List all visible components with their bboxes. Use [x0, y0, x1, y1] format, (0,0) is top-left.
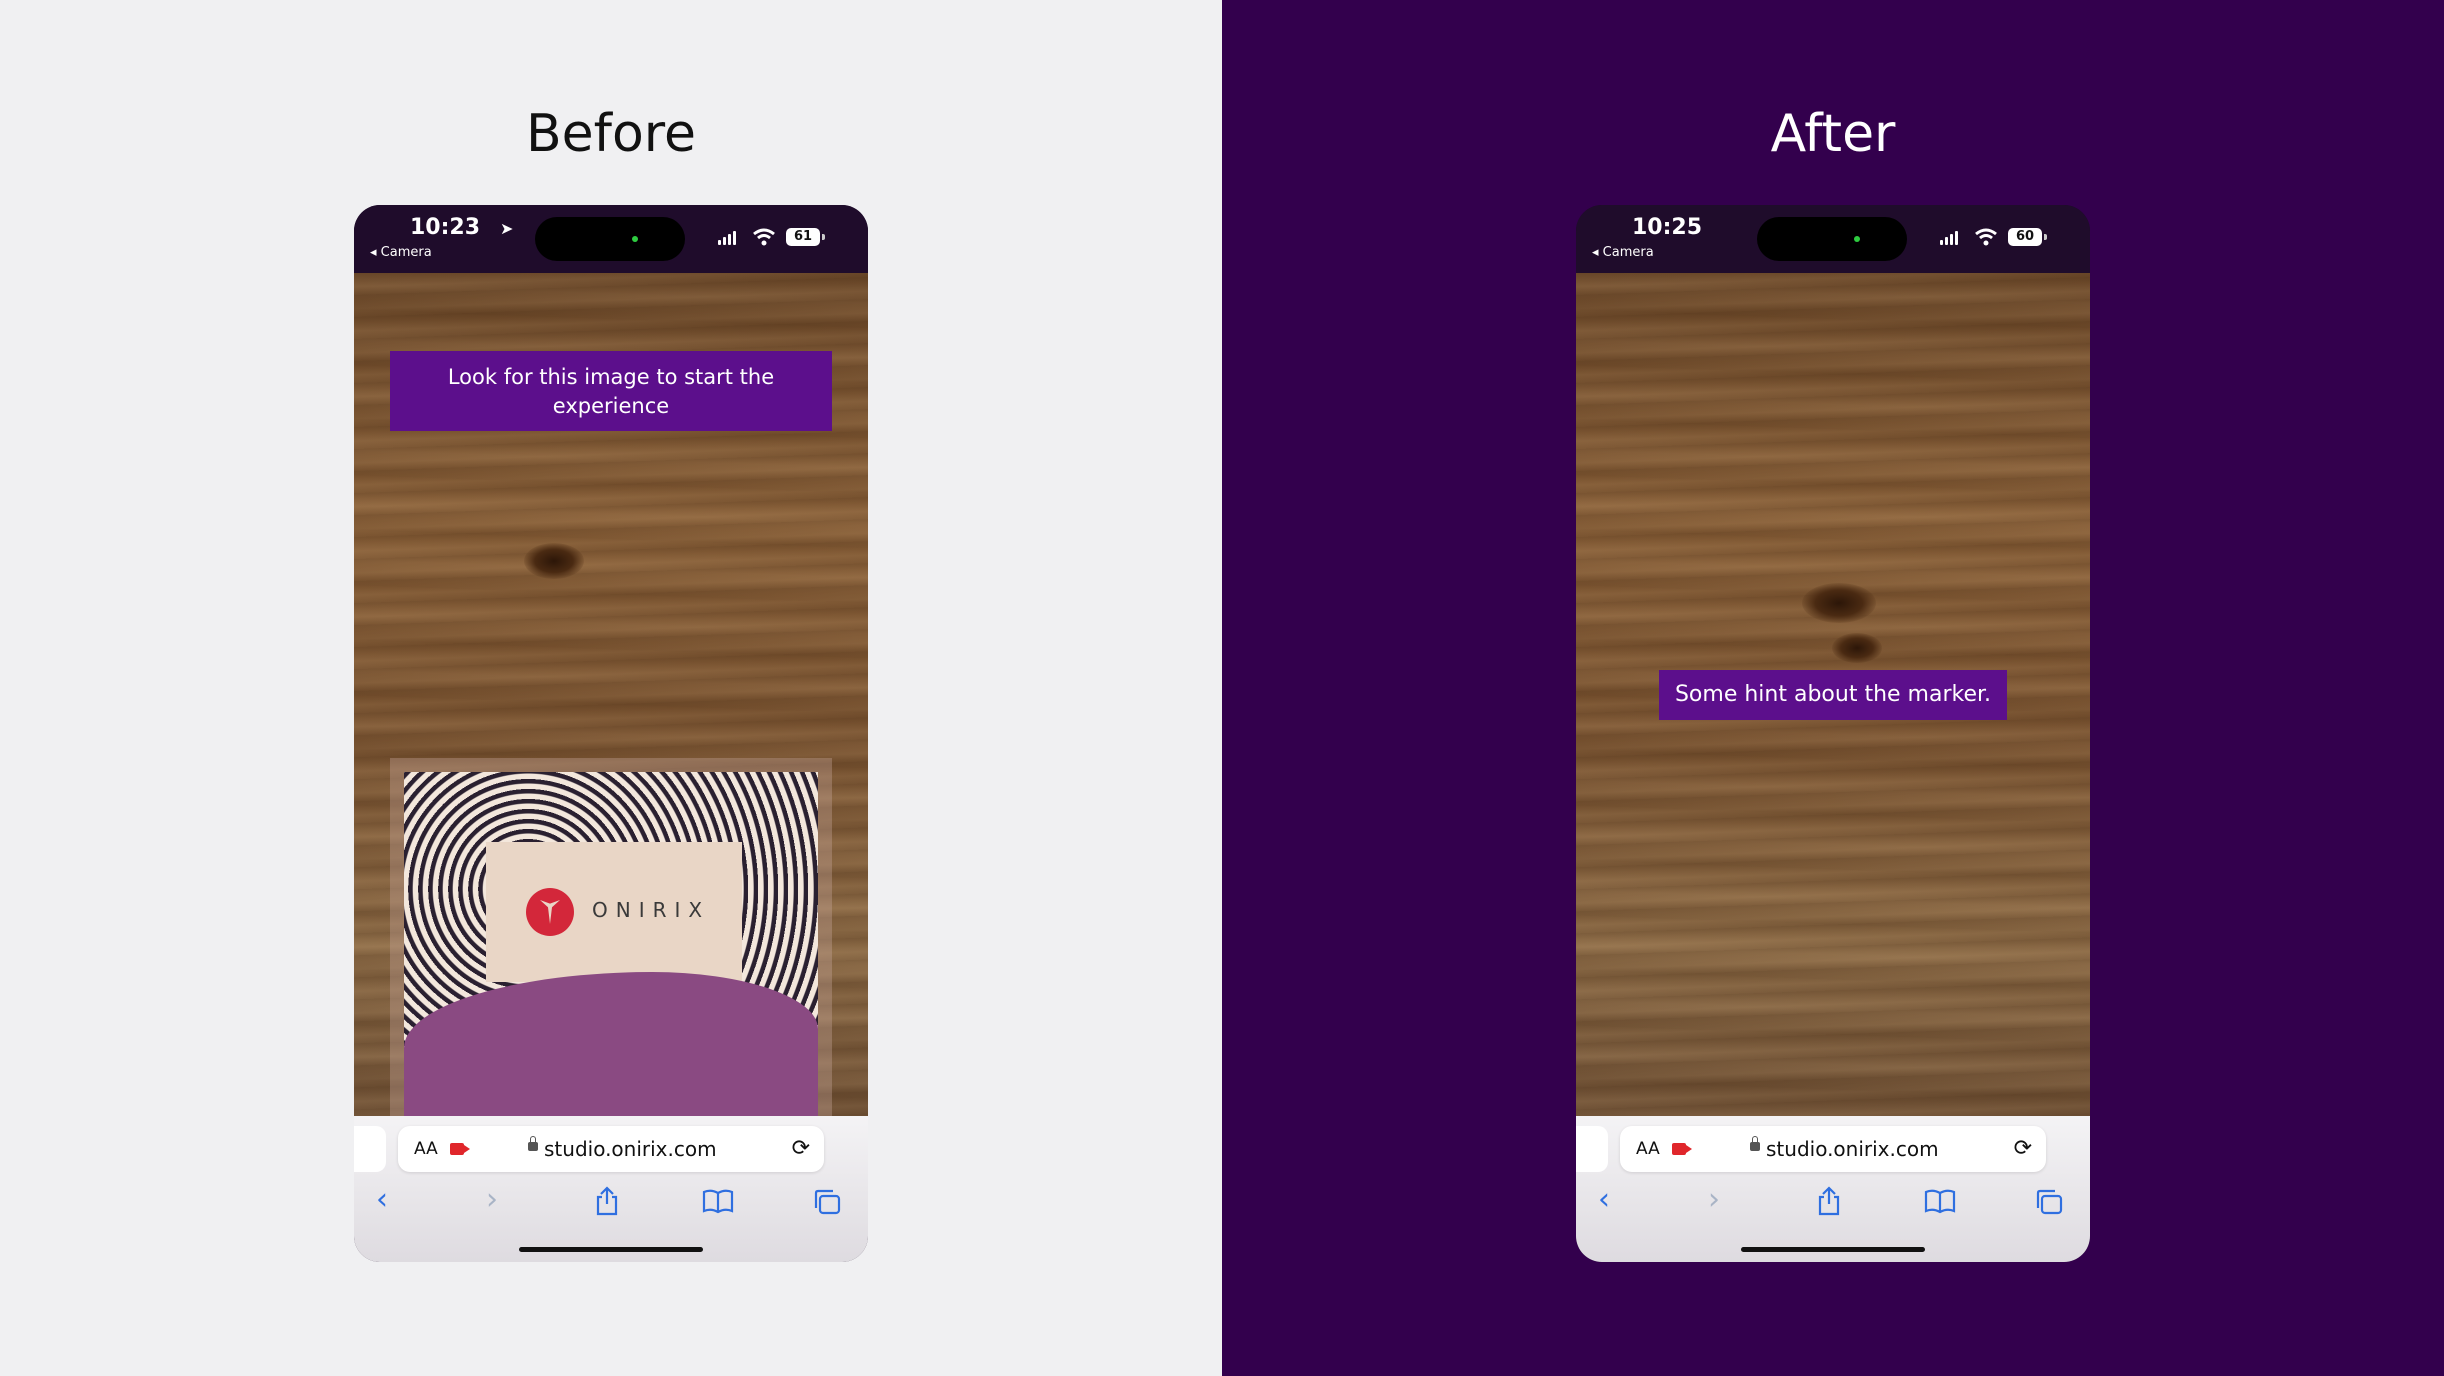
status-time: 10:23: [410, 215, 481, 240]
back-to-camera-link[interactable]: ◂ Camera: [370, 245, 432, 260]
dynamic-island: [535, 217, 685, 261]
lock-icon: [1750, 1136, 1760, 1151]
marker-pattern: ONIRIX: [404, 772, 818, 1162]
camera-recording-icon: [1672, 1143, 1692, 1155]
location-arrow-icon: ➤: [500, 219, 514, 238]
camera-indicator-icon: [632, 236, 638, 242]
camera-view: Some hint about the marker.: [1576, 273, 2090, 1116]
phone-screenshot: 10:23 ➤ ◂ Camera 61 Look for this image …: [354, 205, 868, 1262]
bookmarks-icon[interactable]: [702, 1188, 734, 1214]
dynamic-island: [1757, 217, 1907, 261]
phone-screenshot: 10:25 ◂ Camera 60 Some hint about the ma…: [1576, 205, 2090, 1262]
reader-settings-button[interactable]: AA: [1636, 1139, 1660, 1159]
forward-arrow-icon[interactable]: ›: [486, 1182, 498, 1217]
cellular-signal-icon: [718, 231, 740, 245]
status-bar: 10:23 ➤ ◂ Camera 61: [354, 205, 868, 273]
marker-hint: Some hint about the marker.: [1659, 670, 2007, 720]
previous-tab-edge[interactable]: [354, 1126, 386, 1172]
status-bar: 10:25 ◂ Camera 60: [1576, 205, 2090, 273]
address-bar[interactable]: AA studio.onirix.com ⟳: [1620, 1126, 2046, 1172]
share-icon[interactable]: [594, 1186, 620, 1216]
tabs-icon[interactable]: [2034, 1188, 2064, 1216]
target-marker-image: ONIRIX: [390, 758, 832, 1176]
battery-icon: 60: [2008, 228, 2047, 246]
battery-icon: 61: [786, 228, 825, 246]
onirix-logo-icon: [526, 888, 574, 936]
before-panel: Before 10:23 ➤ ◂ Camera 61 Look for this…: [0, 0, 1222, 1376]
camera-view: Look for this image to start the experie…: [354, 273, 868, 1176]
wood-knot: [524, 543, 584, 579]
reload-icon[interactable]: ⟳: [2014, 1136, 2032, 1161]
back-arrow-icon[interactable]: ‹: [376, 1182, 388, 1217]
url-text: studio.onirix.com: [544, 1137, 717, 1161]
status-time: 10:25: [1632, 215, 1703, 240]
wifi-icon: [753, 228, 775, 246]
panel-title: After: [1770, 104, 1896, 164]
marker-logo-card: ONIRIX: [486, 842, 742, 982]
after-panel: After 10:25 ◂ Camera 60 Some hint about …: [1222, 0, 2444, 1376]
tabs-icon[interactable]: [812, 1188, 842, 1216]
lock-icon: [528, 1136, 538, 1151]
scan-instruction: Look for this image to start the experie…: [390, 351, 832, 431]
browser-bottom-bar: AA studio.onirix.com ⟳ ‹ ›: [1576, 1116, 2090, 1262]
wood-knot: [1832, 633, 1882, 663]
panel-title: Before: [525, 104, 696, 164]
previous-tab-edge[interactable]: [1576, 1126, 1608, 1172]
cellular-signal-icon: [1940, 231, 1962, 245]
camera-recording-icon: [450, 1143, 470, 1155]
browser-bottom-bar: AA studio.onirix.com ⟳ ‹ ›: [354, 1116, 868, 1262]
home-indicator: [1741, 1247, 1925, 1252]
home-indicator: [519, 1247, 703, 1252]
marker-logo-text: ONIRIX: [592, 898, 711, 922]
url-text: studio.onirix.com: [1766, 1137, 1939, 1161]
forward-arrow-icon[interactable]: ›: [1708, 1182, 1720, 1217]
share-icon[interactable]: [1816, 1186, 1842, 1216]
browser-toolbar: ‹ ›: [354, 1182, 868, 1222]
wood-knot: [1802, 583, 1876, 623]
reload-icon[interactable]: ⟳: [792, 1136, 810, 1161]
bookmarks-icon[interactable]: [1924, 1188, 1956, 1214]
back-arrow-icon[interactable]: ‹: [1598, 1182, 1610, 1217]
wifi-icon: [1975, 228, 1997, 246]
reader-settings-button[interactable]: AA: [414, 1139, 438, 1159]
browser-toolbar: ‹ ›: [1576, 1182, 2090, 1222]
back-to-camera-link[interactable]: ◂ Camera: [1592, 245, 1654, 260]
address-bar[interactable]: AA studio.onirix.com ⟳: [398, 1126, 824, 1172]
camera-indicator-icon: [1854, 236, 1860, 242]
